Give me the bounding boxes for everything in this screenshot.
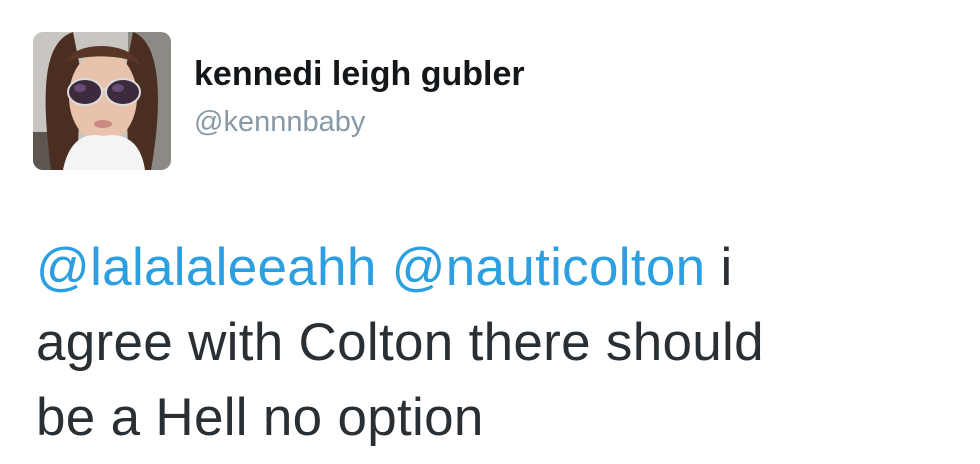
user-handle[interactable]: @kennnbaby <box>194 106 365 139</box>
tweet-card: kennedi leigh gubler @kennnbaby @lalalal… <box>0 0 980 464</box>
mention-link[interactable]: @nauticolton <box>392 238 706 297</box>
user-avatar[interactable] <box>33 32 171 170</box>
tweet-line-2: agree with Colton there should <box>36 313 764 372</box>
mention-link[interactable]: @lalalaleeahh <box>36 238 377 297</box>
tweet-text-fragment: i <box>705 238 733 297</box>
avatar-photo-icon <box>33 32 171 170</box>
tweet-line-3: be a Hell no option <box>36 388 484 447</box>
user-display-name[interactable]: kennedi leigh gubler <box>194 55 525 94</box>
tweet-text: @lalalaleeahh @nauticolton i agree with … <box>36 230 936 455</box>
tweet-line-1: @lalalaleeahh @nauticolton i <box>36 230 936 305</box>
